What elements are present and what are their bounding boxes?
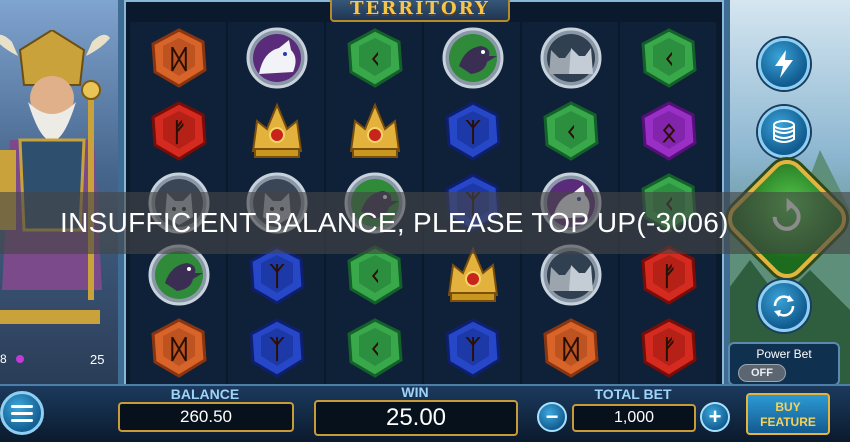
game-title-plate: TERRITORY <box>330 0 510 22</box>
total-bet-label: TOTAL BET <box>594 386 672 402</box>
hamburger-icon <box>11 405 33 422</box>
left-stat-right: 25 <box>90 352 105 367</box>
svg-text:ᚲ: ᚲ <box>661 45 677 75</box>
rune-orange-icon: ᛞ <box>151 318 207 378</box>
balance-value: 260.50 <box>118 402 294 432</box>
reel-symbol-wolf-pair <box>522 22 620 94</box>
reel-symbol-gold-helmet <box>326 94 424 166</box>
rune-green-icon: ᚲ <box>543 100 599 161</box>
svg-text:ᚲ: ᚲ <box>563 118 579 148</box>
svg-text:ᛞ: ᛞ <box>171 45 187 75</box>
rune-orange-icon: ᛞ <box>543 318 599 378</box>
svg-text:ᚲ: ᚲ <box>367 262 383 292</box>
reel-symbol-raven <box>424 22 522 94</box>
raven-icon <box>442 27 504 89</box>
svg-text:ᛉ: ᛉ <box>465 118 481 148</box>
reel-symbol-rune-green: ᚲ <box>620 22 718 94</box>
reel-symbol-rune-red: ᚠ <box>130 94 228 166</box>
viking-king-illustration <box>0 30 110 324</box>
reel-symbol-rune-green: ᚲ <box>326 312 424 384</box>
svg-text:ᚠ: ᚠ <box>661 262 677 292</box>
reel-symbol-rune-green: ᚲ <box>522 94 620 166</box>
win-label: WIN <box>401 384 429 400</box>
coin-stack-icon <box>773 120 795 143</box>
bet-settings-button[interactable] <box>758 106 810 158</box>
reel-symbol-gold-helmet <box>228 94 326 166</box>
svg-text:ᛞ: ᛞ <box>171 335 187 365</box>
svg-text:ᛉ: ᛉ <box>269 335 285 365</box>
svg-text:ᛉ: ᛉ <box>465 335 481 365</box>
power-bet-label: Power Bet <box>756 347 812 361</box>
rune-green-icon: ᚲ <box>347 318 403 378</box>
rune-blue-icon: ᛉ <box>249 318 305 378</box>
svg-text:ᛉ: ᛉ <box>269 262 285 292</box>
balance-label: BALANCE <box>170 386 240 402</box>
reel-symbol-rune-orange: ᛞ <box>130 22 228 94</box>
purple-gem-icon <box>16 355 24 363</box>
increase-bet-button[interactable]: + <box>700 402 730 432</box>
reel-symbol-rune-orange: ᛞ <box>130 312 228 384</box>
menu-button[interactable] <box>0 391 44 435</box>
total-bet-value: 1,000 <box>572 404 696 432</box>
rune-red-icon: ᚠ <box>641 318 697 378</box>
lightning-icon <box>775 50 793 78</box>
toast-message: INSUFFICIENT BALANCE, PLEASE TOP UP(-300… <box>60 207 729 238</box>
buy-feature-button[interactable]: BUY FEATURE <box>746 393 830 435</box>
rune-red-icon: ᚠ <box>151 100 207 161</box>
gold-helmet-icon <box>251 101 303 158</box>
svg-text:ᚲ: ᚲ <box>367 45 383 75</box>
reel-symbol-rune-purple: ᛟ <box>620 94 718 166</box>
game-title: TERRITORY <box>350 0 490 19</box>
reel-symbol-rune-blue: ᛉ <box>424 312 522 384</box>
svg-text:ᛟ: ᛟ <box>661 118 677 148</box>
turbo-button[interactable] <box>758 38 810 90</box>
reel-symbol-rune-red: ᚠ <box>620 312 718 384</box>
rune-green-icon: ᚲ <box>347 28 403 88</box>
rune-green-icon: ᚲ <box>641 28 697 88</box>
svg-text:ᚠ: ᚠ <box>171 118 187 148</box>
rune-purple-icon: ᛟ <box>641 100 697 161</box>
gold-helmet-icon <box>349 101 401 158</box>
svg-text:ᛞ: ᛞ <box>563 335 579 365</box>
power-bet-toggle[interactable]: OFF <box>738 364 786 382</box>
slot-game-screen: 8 25 ᛞᚲᚲᚠᛉᚲᛟᛉᚲᛉᚲᚠᛞᛉᚲᛉᛞᚠ TERRITORY <box>0 0 850 442</box>
rune-orange-icon: ᛞ <box>151 28 207 88</box>
power-bet-panel: Power Bet OFF <box>728 342 840 386</box>
rune-blue-icon: ᛉ <box>445 100 501 161</box>
white-wolf-icon <box>246 27 308 89</box>
win-value: 25.00 <box>314 400 518 436</box>
reel-symbol-rune-blue: ᛉ <box>424 94 522 166</box>
autoplay-icon <box>773 295 795 317</box>
svg-text:ᚲ: ᚲ <box>367 335 383 365</box>
left-stats: 8 25 <box>0 346 120 376</box>
autoplay-button[interactable] <box>758 280 810 332</box>
reel-symbol-white-wolf <box>228 22 326 94</box>
buy-feature-line2: FEATURE <box>760 415 816 429</box>
left-stat-left: 8 <box>0 352 7 366</box>
rune-blue-icon: ᛉ <box>445 318 501 378</box>
reel-symbol-rune-orange: ᛞ <box>522 312 620 384</box>
reel-symbol-rune-blue: ᛉ <box>228 312 326 384</box>
decrease-bet-button[interactable]: − <box>537 402 567 432</box>
buy-feature-line1: BUY <box>775 400 801 414</box>
reel-symbol-rune-green: ᚲ <box>326 22 424 94</box>
svg-text:ᚠ: ᚠ <box>661 335 677 365</box>
error-toast: INSUFFICIENT BALANCE, PLEASE TOP UP(-300… <box>0 192 850 254</box>
wolf-pair-icon <box>540 27 602 89</box>
